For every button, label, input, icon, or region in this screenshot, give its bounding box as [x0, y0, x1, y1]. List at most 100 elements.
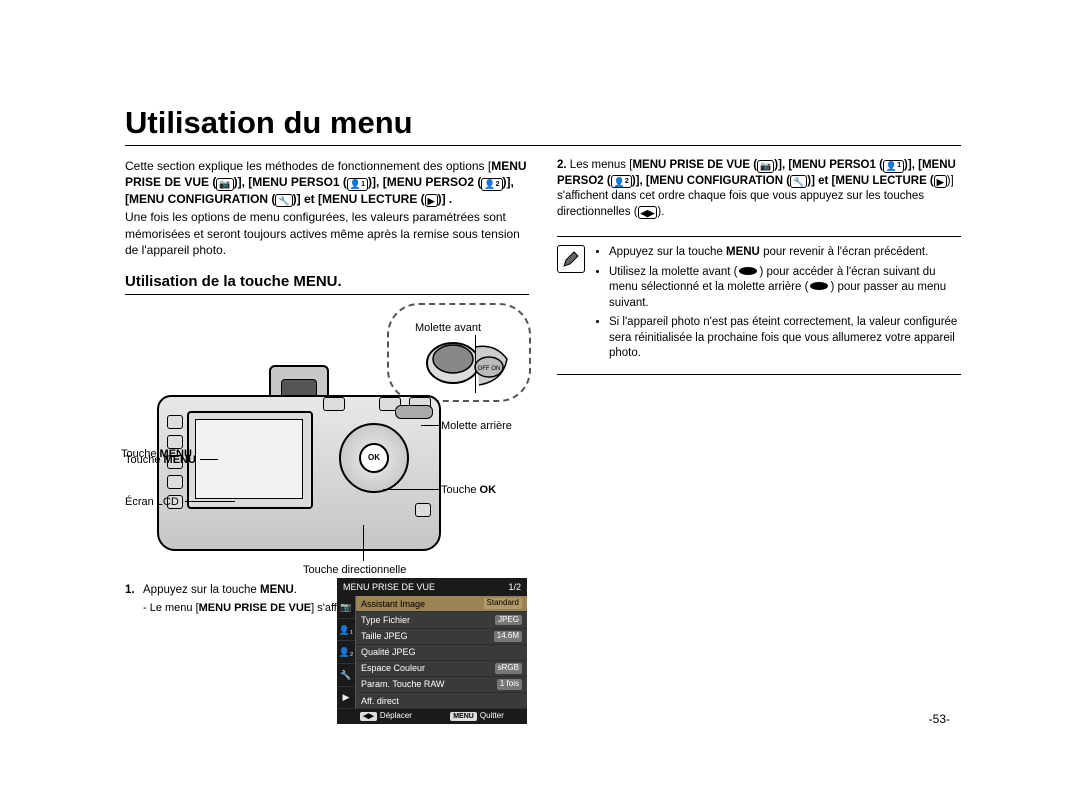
- sep: )], [: [632, 175, 650, 187]
- person1-icon: 👤1: [883, 160, 904, 173]
- sep: )], [: [368, 175, 387, 189]
- fn-button: [415, 503, 431, 517]
- note-text: Utilisez la molette avant (: [609, 266, 737, 278]
- menu-button-label: Touche MENU: [125, 453, 196, 468]
- menu-row-label: Assistant Image: [361, 598, 425, 610]
- menu-row-value: Standard: [484, 598, 522, 609]
- intro-paragraph: Cette section explique les méthodes de f…: [125, 158, 529, 258]
- directional-label: Touche directionnelle: [303, 563, 406, 578]
- menu-name: MENU LECTURE (: [835, 175, 933, 187]
- sep: )] et [: [293, 192, 322, 206]
- rear-dial-wheel: [395, 405, 433, 419]
- tab-camera-icon: 📷: [337, 596, 355, 619]
- note-item-3: Si l'appareil photo n'est pas éteint cor…: [609, 315, 961, 362]
- play-icon: ▶: [425, 194, 438, 207]
- menu-shot-page: 1/2: [508, 581, 521, 593]
- tab-person1-icon: 👤₁: [337, 619, 355, 642]
- front-dial-label: Molette avant: [415, 321, 481, 336]
- menu-row-label: Type Fichier: [361, 614, 410, 626]
- menu-name: MENU CONFIGURATION (: [129, 192, 275, 206]
- step2-end: ).: [657, 206, 664, 218]
- top-button-1: [323, 397, 345, 411]
- dpad-lr-icon: ◀▶: [638, 206, 658, 219]
- sep: )], [: [904, 159, 922, 171]
- leader-line: [363, 525, 364, 561]
- note-item-2: Utilisez la molette avant () pour accéde…: [609, 265, 961, 312]
- menu-row-label: Espace Couleur: [361, 662, 425, 674]
- wrench-icon: 🔧: [275, 194, 292, 207]
- wrench-icon: 🔧: [790, 175, 807, 188]
- menu-name: MENU PERSO1 (: [252, 175, 347, 189]
- page-number: -53-: [929, 712, 950, 726]
- note-text-bold: MENU: [726, 246, 760, 258]
- section-heading: Utilisation de la touche MENU.: [125, 272, 529, 295]
- menu-name: MENU PERSO1 (: [792, 159, 883, 171]
- menu-title-row: MENU PRISE DE VUE 1/2: [337, 578, 527, 596]
- sep: )] et [: [807, 175, 835, 187]
- tab-wrench-icon: 🔧: [337, 664, 355, 687]
- note-text: pour revenir à l'écran précédent.: [760, 246, 928, 258]
- person1-icon: 👤1: [347, 178, 368, 191]
- footer-quit: Quitter: [480, 711, 504, 722]
- menu-row: Espace Couleur sRGB: [356, 661, 527, 677]
- sep: )], [: [234, 175, 253, 189]
- tab-play-icon: ▶: [337, 687, 355, 710]
- sub-text-bold: MENU PRISE DE VUE: [199, 602, 311, 614]
- menu-name: MENU LECTURE (: [322, 192, 425, 206]
- camera-illustration: OFF ON Molette avant OK: [125, 305, 529, 565]
- menu-shot-title: MENU PRISE DE VUE: [343, 581, 435, 593]
- menu-rows: Assistant ImageStandardType FichierJPEGT…: [356, 596, 527, 709]
- step-number: 2.: [557, 159, 567, 171]
- menu-row: Aff. direct: [356, 693, 527, 709]
- ok-button-label: Touche OK: [441, 483, 496, 498]
- menu-row-value: 1 fois: [497, 679, 522, 690]
- sep: )], [: [774, 159, 792, 171]
- rear-dial-label: Molette arrière: [441, 419, 512, 434]
- menu-footer: ◀▶Déplacer MENUQuitter: [337, 709, 527, 724]
- intro-text: Cette section explique les méthodes de f…: [125, 159, 491, 173]
- step-2: 2. Les menus [MENU PRISE DE VUE (📷)], [M…: [557, 158, 961, 220]
- footer-move: Déplacer: [380, 711, 412, 722]
- page-title: Utilisation du menu: [125, 105, 961, 146]
- leader-line: [421, 425, 439, 426]
- intro-text2: Une fois les options de menu configurées…: [125, 209, 529, 258]
- menu-row-value: sRGB: [495, 663, 522, 674]
- lcd-label: Écran LCD: [125, 495, 179, 510]
- note-block: Appuyez sur la touche MENU pour revenir …: [557, 236, 961, 375]
- step2-text: Les menus [: [570, 159, 633, 171]
- left-column: Cette section explique les méthodes de f…: [125, 158, 529, 725]
- menu-row: Assistant Image Standard: [356, 596, 527, 612]
- dpad-icon: ◀▶: [360, 712, 377, 721]
- tab-person2-icon: 👤₂: [337, 641, 355, 664]
- menu-name: MENU PRISE DE VUE (: [632, 159, 757, 171]
- person2-icon: 👤2: [611, 175, 632, 188]
- rear-dial-icon: [808, 281, 830, 291]
- camera-icon: 📷: [216, 178, 233, 191]
- left-button-4: [167, 475, 183, 489]
- menu-row-label: Qualité JPEG: [361, 646, 416, 658]
- sub-text: - Le menu [: [143, 602, 199, 614]
- leader-line: [383, 489, 439, 490]
- menu-row-label: Aff. direct: [361, 695, 399, 707]
- step-number: 1.: [125, 583, 137, 615]
- menu-row: Type FichierJPEG: [356, 612, 527, 628]
- menu-screenshot: MENU PRISE DE VUE 1/2 📷 👤₁ 👤₂ 🔧 ▶ Assist…: [337, 578, 527, 724]
- person2-icon: 👤2: [481, 178, 502, 191]
- menu-name: MENU CONFIGURATION (: [650, 175, 790, 187]
- menu-row-value: 14.6M: [494, 631, 522, 642]
- menu-row: Taille JPEG 14.6M: [356, 629, 527, 645]
- leader-line: [200, 459, 218, 460]
- note-pencil-icon: [557, 245, 585, 273]
- play-icon: ▶: [934, 175, 947, 188]
- front-dial-icon: [737, 266, 759, 276]
- svg-text:OFF ON: OFF ON: [478, 366, 501, 372]
- menu-row-label: Param. Touche RAW: [361, 678, 445, 690]
- menu-row: Qualité JPEG: [356, 645, 527, 661]
- sep: )] .: [438, 192, 453, 206]
- note-text: Appuyez sur la touche: [609, 246, 726, 258]
- menu-row-label: Taille JPEG: [361, 630, 408, 642]
- step-text: Appuyez sur la touche: [143, 584, 260, 596]
- leader-line: [475, 335, 476, 393]
- camera-icon: 📷: [757, 160, 774, 173]
- menu-row: Param. Touche RAW 1 fois: [356, 677, 527, 693]
